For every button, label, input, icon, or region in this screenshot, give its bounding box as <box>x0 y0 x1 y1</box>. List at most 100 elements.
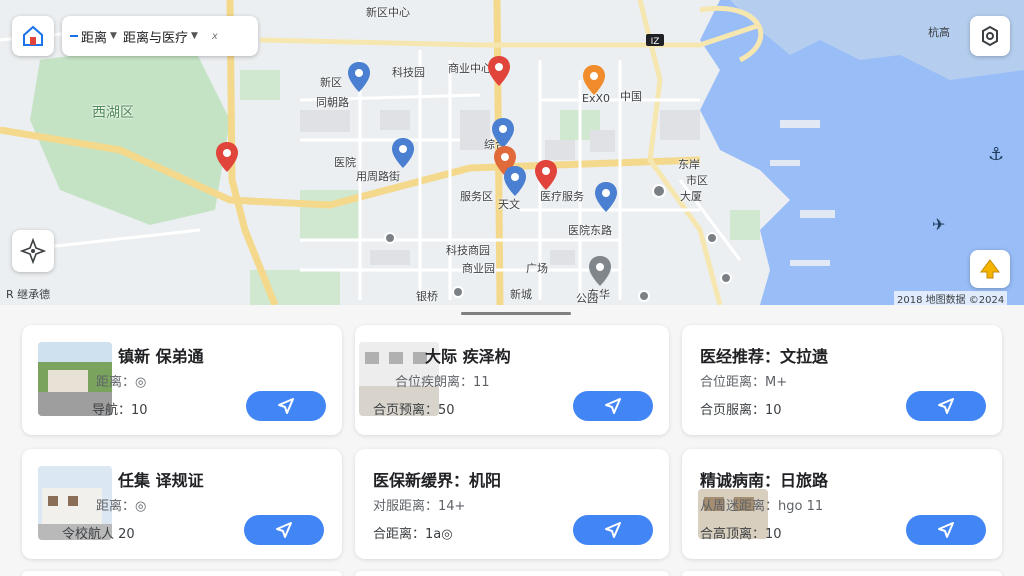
app-root: IZ ⚓ ✈ 新区中心 西湖区 科技园 新区 同朝路 商业中心 ExX0 中国 … <box>0 0 1024 576</box>
result-detail: 合距离：1a◎ <box>373 527 453 542</box>
pin-blue[interactable] <box>504 166 526 196</box>
locate-button[interactable] <box>12 230 54 272</box>
pin-red[interactable] <box>535 160 557 190</box>
map-attribution: 2018 地图数据 ©2024 <box>894 291 1008 305</box>
result-title: 大际 疾泽构 <box>425 347 511 366</box>
pin-red[interactable] <box>216 142 238 172</box>
poi-marker[interactable] <box>652 184 666 198</box>
result-detail: 令校航人 20 <box>62 527 135 542</box>
result-title: 精诚病南：日旅路 <box>700 471 829 490</box>
result-card[interactable]: 医经推荐：文拉遗 合位距离：M+ 合页服离：10 <box>682 325 1002 435</box>
distance-filter[interactable]: 距离 ▼ <box>70 27 117 46</box>
result-distance: 合位距离：M+ <box>700 375 788 390</box>
results-sheet: 镇新 保弟通 距离：◎ 导航：10 大际 疾泽构 合位疾朗离：11 合页预离：5… <box>0 305 1024 576</box>
pin-blue[interactable] <box>392 138 414 168</box>
poi-marker[interactable] <box>452 286 464 298</box>
map-label: 天文 <box>498 198 520 211</box>
map-label: 医院东路 <box>568 224 612 237</box>
map-label: 大厦 <box>680 190 702 203</box>
sort-filter-label: 距离与医疗 <box>122 30 188 46</box>
map-label: 东华 <box>588 288 610 301</box>
result-detail: 导航：10 <box>92 403 148 418</box>
pin-gray[interactable] <box>589 256 611 286</box>
result-detail: 合页预离：50 <box>373 403 455 418</box>
map-label: 商业中心 <box>448 62 492 75</box>
map-corner-label: 杭高 <box>928 26 950 39</box>
result-distance: 从周迷距离：hgo 11 <box>700 499 824 514</box>
send-arrow-icon <box>605 398 621 414</box>
map-label: 东岸 <box>678 158 700 171</box>
pin-blue[interactable] <box>595 182 617 212</box>
map-corner-label: R 继承德 <box>6 288 51 301</box>
send-arrow-icon <box>605 522 621 538</box>
navigate-button[interactable] <box>573 515 653 545</box>
send-arrow-icon <box>276 522 292 538</box>
pin-blue[interactable] <box>492 118 514 148</box>
result-card[interactable]: 镇新 保弟通 距离：◎ 导航：10 <box>22 325 342 435</box>
map-label: 西湖区 <box>92 105 134 121</box>
result-distance: 合位疾朗离：11 <box>395 375 490 390</box>
result-title: 镇新 保弟通 <box>118 347 204 366</box>
navigate-button[interactable] <box>906 515 986 545</box>
map-view[interactable]: IZ ⚓ ✈ 新区中心 西湖区 科技园 新区 同朝路 商业中心 ExX0 中国 … <box>0 0 1024 305</box>
map-label: 用周路街 <box>356 170 400 183</box>
map-label: 科技园 <box>392 66 425 79</box>
result-distance: 对服距离：14+ <box>373 499 466 514</box>
result-card-partial[interactable] <box>355 571 669 576</box>
result-card-partial[interactable] <box>682 571 1002 576</box>
map-label: 医疗服务 <box>540 190 584 203</box>
home-icon <box>23 25 43 46</box>
compass-icon <box>20 238 46 264</box>
result-card[interactable]: 任集 译规证 距离：◎ 令校航人 20 <box>22 449 342 559</box>
navigate-button[interactable] <box>246 391 326 421</box>
navigate-button[interactable] <box>244 515 324 545</box>
caret-down-icon: ▼ <box>190 31 198 41</box>
result-detail: 合高顶离：10 <box>700 527 782 542</box>
result-title: 任集 译规证 <box>118 471 204 490</box>
svg-text:IZ: IZ <box>651 37 660 47</box>
poi-marker[interactable] <box>720 272 732 284</box>
map-label: 新区中心 <box>366 6 410 19</box>
filter-bar: 距离 ▼ 距离与医疗 ▼ 𝘹 <box>62 16 258 56</box>
pin-red[interactable] <box>488 56 510 86</box>
sort-filter[interactable]: 距离与医疗 ▼ <box>123 27 198 46</box>
send-arrow-icon <box>278 398 294 414</box>
pin-orange[interactable] <box>583 65 605 95</box>
map-label: 中国 <box>620 90 642 103</box>
home-button[interactable] <box>12 16 54 56</box>
settings-button[interactable] <box>970 16 1010 56</box>
map-label: 新区 <box>320 76 342 89</box>
sheet-drag-handle[interactable] <box>461 312 571 315</box>
map-label: 同朝路 <box>316 96 349 109</box>
map-label: 市区 <box>686 174 708 187</box>
svg-text:⚓: ⚓ <box>988 144 1004 165</box>
gear-icon <box>982 25 998 47</box>
navigate-button[interactable] <box>573 391 653 421</box>
poi-marker[interactable] <box>638 290 650 302</box>
map-label: 服务区 <box>460 190 493 203</box>
pin-blue[interactable] <box>348 62 370 92</box>
map-label: 医院 <box>334 156 356 169</box>
send-arrow-icon <box>938 398 954 414</box>
result-distance: 距离：◎ <box>96 499 147 514</box>
result-card-partial[interactable] <box>22 571 342 576</box>
result-card[interactable]: 精诚病南：日旅路 从周迷距离：hgo 11 合高顶离：10 <box>682 449 1002 559</box>
poi-marker[interactable] <box>706 232 718 244</box>
extra-indicator: 𝘹 <box>211 30 218 42</box>
poi-marker[interactable] <box>384 232 396 244</box>
map-label: 科技商园 <box>446 244 490 257</box>
map-label: 商业园 <box>462 262 495 275</box>
distance-filter-label: 距离 <box>81 30 108 46</box>
recenter-button[interactable] <box>970 250 1010 288</box>
map-label: 银桥 <box>416 290 438 303</box>
navigate-button[interactable] <box>906 391 986 421</box>
map-label: 新城 <box>510 288 532 301</box>
result-distance: 距离：◎ <box>96 375 147 390</box>
svg-text:✈: ✈ <box>932 215 945 234</box>
send-arrow-icon <box>938 522 954 538</box>
result-title: 医保新缓界：机阳 <box>373 471 502 490</box>
dash-icon <box>70 35 78 37</box>
caret-down-icon: ▼ <box>110 31 117 41</box>
result-card[interactable]: 医保新缓界：机阳 对服距离：14+ 合距离：1a◎ <box>355 449 669 559</box>
result-card[interactable]: 大际 疾泽构 合位疾朗离：11 合页预离：50 <box>355 325 669 435</box>
